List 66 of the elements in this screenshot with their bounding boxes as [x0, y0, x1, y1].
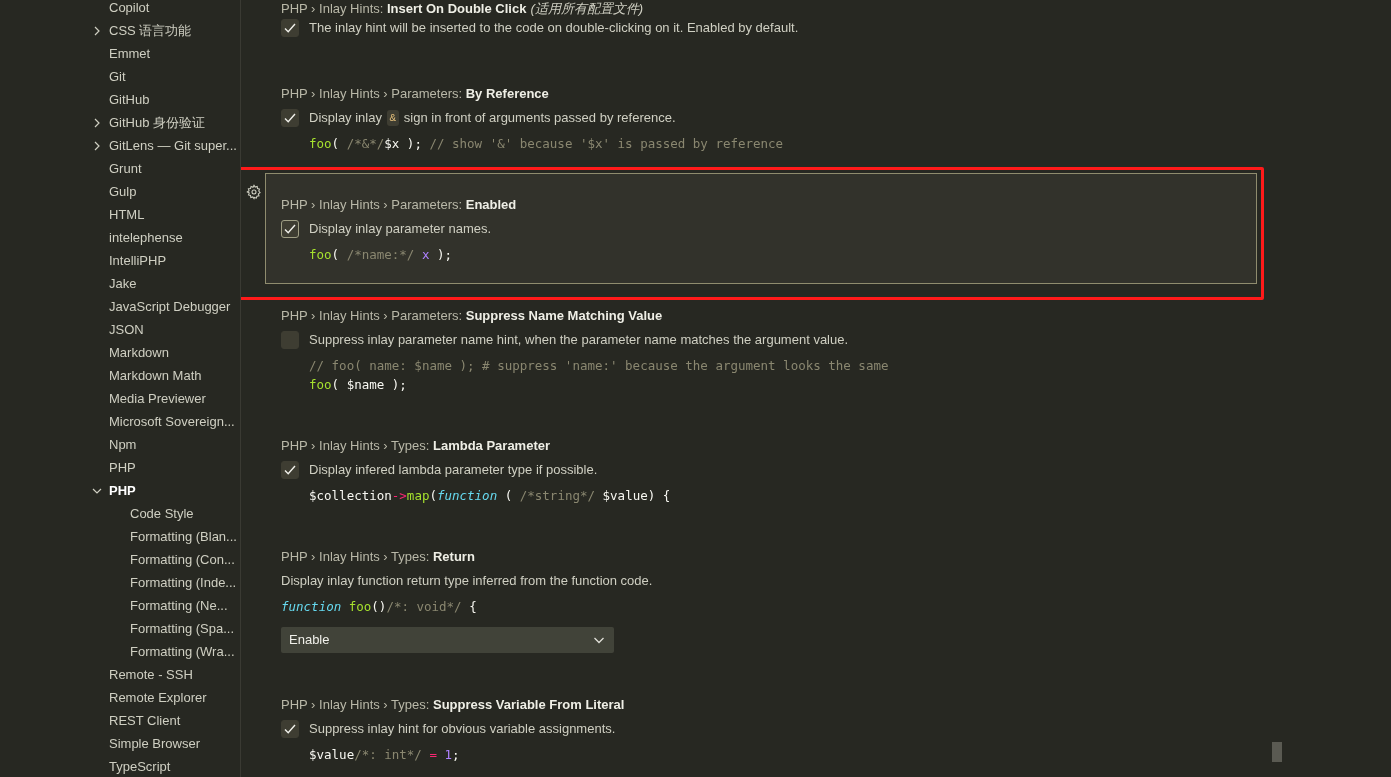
sidebar-item[interactable]: Simple Browser: [109, 733, 201, 754]
code-example: foo( $name );: [309, 376, 408, 394]
setting-title: PHP › Inlay Hints › Parameters: Enabled: [281, 196, 517, 215]
sidebar-item[interactable]: Npm: [109, 434, 137, 455]
setting-title: PHP › Inlay Hints › Types: Suppress Variable From Literal: [281, 696, 625, 715]
sidebar-item[interactable]: Gulp: [109, 181, 137, 202]
sidebar-item[interactable]: TypeScript: [109, 756, 171, 777]
sidebar-item[interactable]: IntelliPHP: [109, 250, 167, 271]
sidebar-item[interactable]: JavaScript Debugger: [109, 296, 231, 317]
sidebar-item[interactable]: Grunt: [109, 158, 142, 179]
sidebar-item[interactable]: Remote - SSH: [109, 664, 193, 685]
code-example: foo( /*&*/$x ); // show '&' because '$x' is passed by reference: [309, 135, 785, 153]
checkbox[interactable]: [281, 720, 299, 738]
inline-code: &: [386, 109, 400, 127]
sidebar-item[interactable]: Microsoft Sovereign...: [109, 411, 235, 432]
code-example: foo( /*name:*/ x );: [309, 246, 453, 264]
sidebar-item[interactable]: JSON: [109, 319, 144, 340]
sidebar-item[interactable]: PHP: [109, 457, 136, 478]
sidebar-item[interactable]: Formatting (Con...: [130, 549, 235, 570]
dropdown[interactable]: Enable: [281, 627, 614, 653]
sidebar-item[interactable]: Jake: [109, 273, 137, 294]
sidebar-item[interactable]: Formatting (Blan...: [130, 526, 237, 547]
code-example: function foo()/*: void*/ {: [281, 598, 478, 616]
sidebar-item[interactable]: Remote Explorer: [109, 687, 207, 708]
sidebar-item[interactable]: GitLens — Git super...: [109, 135, 237, 156]
sidebar-item[interactable]: CSS 语言功能: [109, 20, 192, 41]
setting-description: Display inlay function return type inferred from the function code.: [281, 572, 653, 591]
checkbox[interactable]: [281, 220, 299, 238]
setting-description: Suppress inlay hint for obvious variable assignments.: [309, 720, 616, 739]
sidebar-item[interactable]: Copilot: [109, 0, 150, 18]
sidebar-item[interactable]: Formatting (Inde...: [130, 572, 237, 593]
sidebar-item[interactable]: intelephense: [109, 227, 183, 248]
sidebar-item[interactable]: Markdown: [109, 342, 169, 363]
sidebar-item[interactable]: GitHub 身份验证: [109, 112, 206, 133]
scrollbar-thumb[interactable]: [1272, 742, 1282, 762]
sidebar-item[interactable]: Markdown Math: [109, 365, 202, 386]
setting-description: The inlay hint will be inserted to the code on double-clicking on it. Enabled by default.: [309, 19, 799, 38]
setting-description: sign in front of arguments passed by reference.: [402, 109, 676, 128]
checkbox[interactable]: [281, 109, 299, 127]
sidebar-item[interactable]: Emmet: [109, 43, 151, 64]
code-example: $collection->map(function ( /*string*/ $value) {: [309, 487, 672, 505]
setting-title: PHP › Inlay Hints › Types: Lambda Parameter: [281, 437, 551, 456]
code-example: // foo( name: $name ); # suppress 'name:' because the argument looks the same: [309, 357, 890, 375]
sidebar-item[interactable]: Git: [109, 66, 126, 87]
setting-description: Display inlay: [309, 109, 383, 128]
code-example: $value/*: int*/ = 1;: [309, 746, 461, 764]
sidebar-item[interactable]: Media Previewer: [109, 388, 206, 409]
settings-gear-icon[interactable]: [246, 184, 262, 200]
setting-description: Suppress inlay parameter name hint, when the parameter name matches the argument value.: [309, 331, 849, 350]
sidebar-item[interactable]: REST Client: [109, 710, 181, 731]
setting-description: Display inlay parameter names.: [309, 220, 492, 239]
sidebar-item[interactable]: Formatting (Wra...: [130, 641, 235, 662]
sidebar-item[interactable]: Formatting (Ne...: [130, 595, 228, 616]
setting-title: PHP › Inlay Hints › Parameters: By Reference: [281, 85, 549, 104]
setting-title: PHP › Inlay Hints: Insert On Double Click: [281, 0, 527, 18]
sidebar-item[interactable]: GitHub: [109, 89, 150, 110]
checkbox[interactable]: [281, 461, 299, 479]
sidebar-item[interactable]: Code Style: [130, 503, 194, 524]
checkbox[interactable]: [281, 19, 299, 37]
sidebar-item[interactable]: HTML: [109, 204, 145, 225]
sidebar-item[interactable]: Formatting (Spa...: [130, 618, 235, 639]
scope-label: (适用所有配置文件): [530, 0, 644, 18]
setting-title: PHP › Inlay Hints › Parameters: Suppress Name Matching Value: [281, 307, 663, 326]
sidebar-item[interactable]: PHP: [109, 480, 136, 501]
setting-description: Display infered lambda parameter type if possible.: [309, 461, 598, 480]
setting-title: PHP › Inlay Hints › Types: Return: [281, 548, 475, 567]
